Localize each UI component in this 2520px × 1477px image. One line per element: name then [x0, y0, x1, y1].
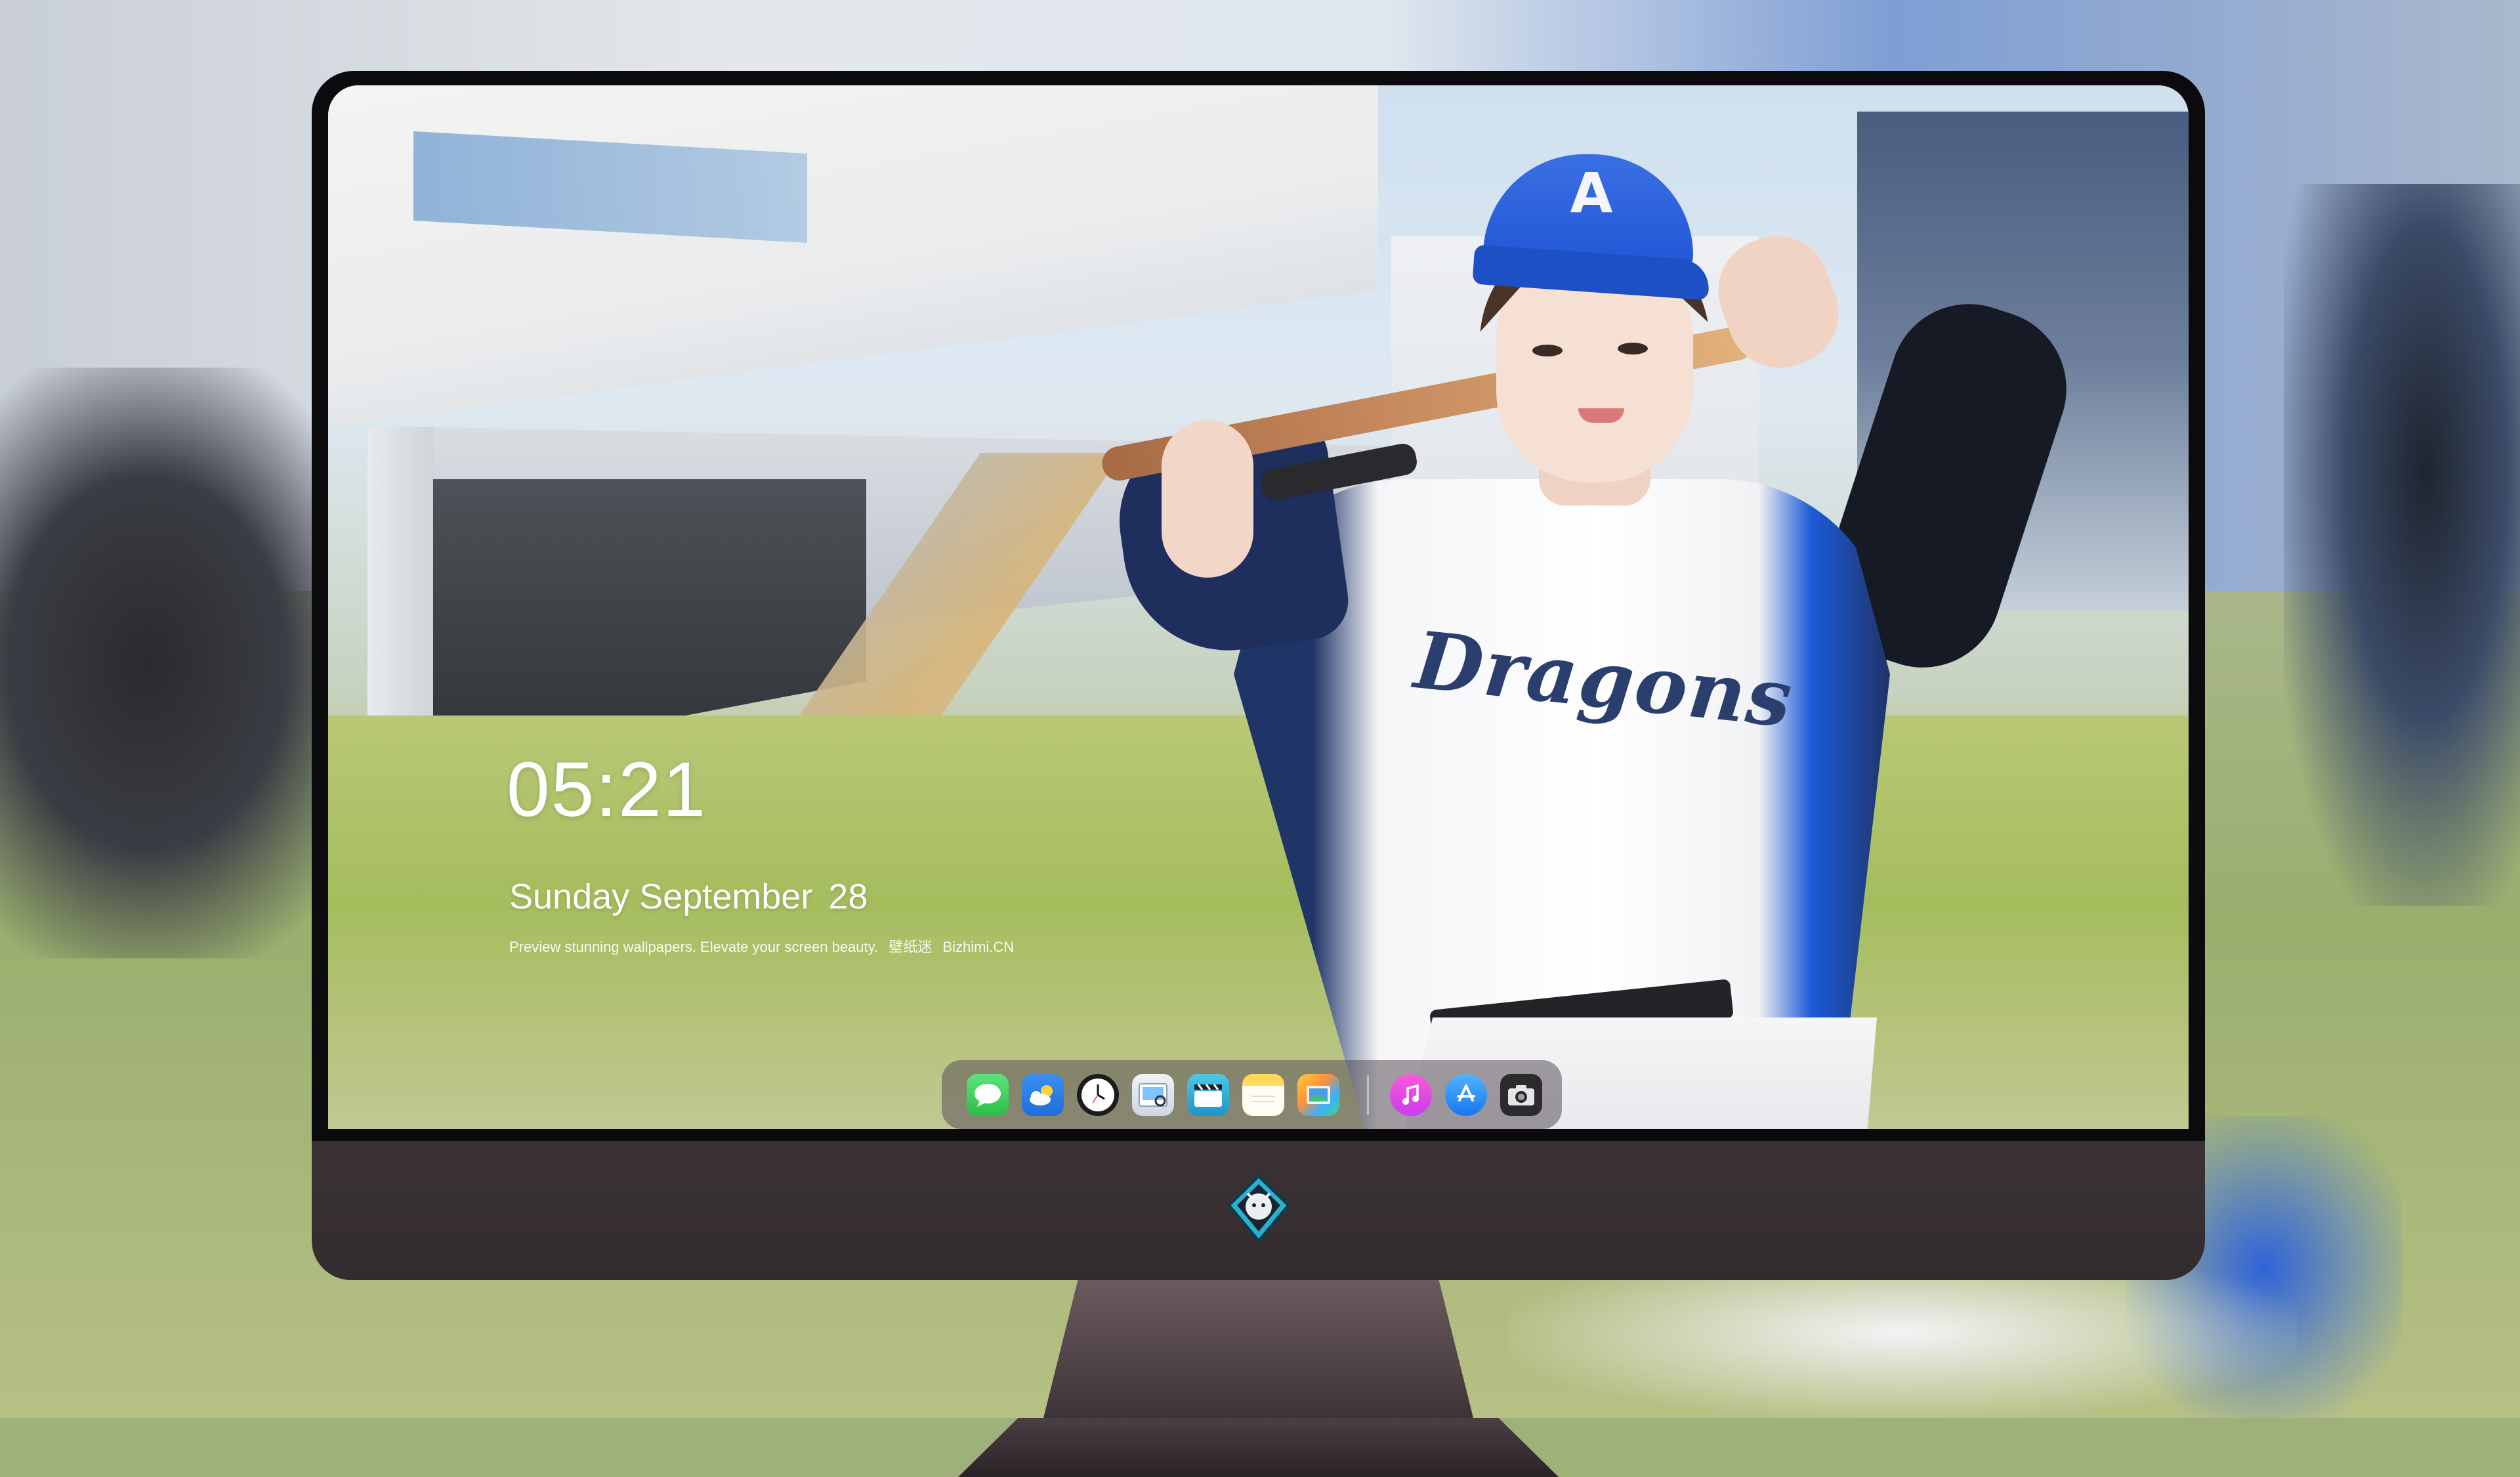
tagline-brand-site: Bizhimi.CN: [942, 939, 1015, 955]
wallpaper-lips: [1578, 408, 1624, 423]
monitor-stand-neck: [1043, 1280, 1473, 1418]
tagline-text: Preview stunning wallpapers. Elevate you…: [509, 939, 879, 955]
desktop-screen: Dragons A 05:21 Sunday September 28 Previ…: [328, 85, 2189, 1129]
camera-icon[interactable]: [1500, 1073, 1542, 1116]
cap-letter: A: [1570, 161, 1613, 225]
photos-icon[interactable]: [1297, 1073, 1339, 1116]
messages-icon[interactable]: [967, 1073, 1009, 1116]
monitor-stand-base: [958, 1418, 1559, 1477]
backdrop-arm: [2284, 184, 2520, 906]
music-icon[interactable]: [1390, 1073, 1432, 1116]
clock-icon[interactable]: [1077, 1073, 1119, 1116]
lock-date-day: 28: [828, 877, 868, 916]
wallpaper-hand: [1162, 420, 1253, 578]
notes-icon[interactable]: [1242, 1073, 1284, 1116]
clapperboard-icon[interactable]: [1187, 1073, 1229, 1116]
lock-date: Sunday September 28: [509, 876, 868, 917]
lock-clock: 05:21: [507, 746, 707, 833]
tagline-brand-cn: 壁纸迷: [889, 939, 933, 955]
wallpaper-eye-left: [1532, 345, 1563, 356]
wallpaper-eye-right: [1618, 343, 1648, 354]
app-store-icon[interactable]: [1445, 1073, 1487, 1116]
weather-icon[interactable]: [1022, 1073, 1064, 1116]
dragon-emblem-icon: [1224, 1174, 1293, 1243]
preview-icon[interactable]: [1132, 1073, 1174, 1116]
lock-date-weekday-month: Sunday September: [509, 877, 813, 916]
dock-separator: [1367, 1075, 1369, 1115]
dock: [942, 1060, 1562, 1129]
lock-tagline: Preview stunning wallpapers. Elevate you…: [509, 935, 1014, 956]
monitor: Dragons A 05:21 Sunday September 28 Previ…: [312, 71, 2205, 1477]
